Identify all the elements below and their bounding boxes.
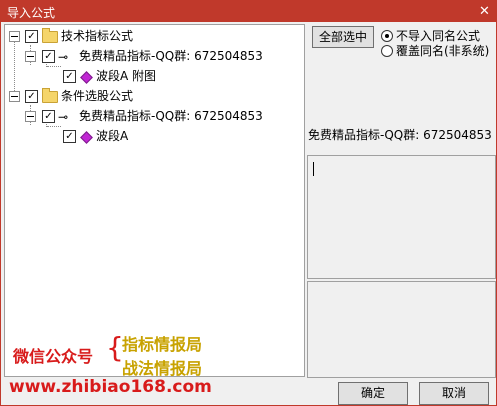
window-title: 导入公式: [7, 6, 56, 20]
close-icon[interactable]: ✕: [477, 4, 492, 19]
tree-node-band-a[interactable]: ✓ 波段A: [5, 128, 300, 144]
tree-node-label: 波段A: [96, 129, 129, 143]
diamond-icon: [80, 71, 93, 84]
watermark-line1: 指标情报局: [122, 335, 203, 354]
tree-node-label: 条件选股公式: [61, 89, 134, 103]
tree-node-tech-formula[interactable]: ✓ 技术指标公式: [5, 28, 300, 44]
diamond-icon: [80, 131, 93, 144]
selected-formula-name: 免费精品指标-QQ群: 672504853: [308, 128, 492, 142]
tree-node-band-a-chart[interactable]: ✓ 波段A 附图: [5, 68, 300, 84]
ok-button[interactable]: 确定: [338, 382, 408, 405]
node-checkbox[interactable]: ✓: [42, 110, 55, 123]
key-icon: ⊸: [58, 110, 69, 124]
text-caret: [313, 162, 314, 176]
radio-overwrite-same[interactable]: [381, 45, 393, 57]
tree-node-free-indicator[interactable]: ✓ ⊸ 免费精品指标-QQ群: 672504853: [5, 108, 300, 124]
collapse-icon[interactable]: [9, 91, 20, 102]
node-checkbox[interactable]: ✓: [25, 90, 38, 103]
tree-node-free-indicator[interactable]: ✓ ⊸ 免费精品指标-QQ群: 672504853: [5, 48, 300, 64]
tree-node-label: 波段A 附图: [96, 69, 157, 83]
collapse-icon[interactable]: [25, 111, 36, 122]
formula-description-box[interactable]: [307, 155, 496, 279]
formula-tree: ✓ 技术指标公式 ✓ ⊸ 免费精品指标-QQ群: 672504853 ✓ 波段A…: [4, 24, 305, 378]
formula-detail-box[interactable]: [307, 281, 496, 378]
tree-node-label: 免费精品指标-QQ群: 672504853: [79, 49, 263, 63]
radio-overwrite-same-label: 覆盖同名(非系统): [396, 44, 490, 58]
key-icon: ⊸: [58, 50, 69, 64]
watermark-wechat-label: 微信公众号: [13, 347, 94, 366]
tree-node-condition-formula[interactable]: ✓ 条件选股公式: [5, 88, 300, 104]
tree-line: [47, 126, 61, 127]
collapse-icon[interactable]: [9, 31, 20, 42]
node-checkbox[interactable]: ✓: [42, 50, 55, 63]
radio-no-import-same[interactable]: [381, 30, 393, 42]
folder-icon: [42, 28, 58, 43]
node-checkbox[interactable]: ✓: [63, 130, 76, 143]
select-all-button[interactable]: 全部选中: [312, 26, 374, 48]
watermark-url: www.zhibiao168.com: [9, 377, 212, 397]
import-formula-dialog: 导入公式 ✕ ✓ 技术指标公式 ✓ ⊸ 免费精品指标-QQ群: 67250485…: [0, 0, 497, 406]
collapse-icon[interactable]: [25, 51, 36, 62]
title-bar: 导入公式 ✕: [1, 1, 496, 22]
cancel-button[interactable]: 取消: [419, 382, 489, 405]
tree-node-label: 技术指标公式: [61, 29, 134, 43]
tree-line: [47, 66, 61, 67]
node-checkbox[interactable]: ✓: [25, 30, 38, 43]
tree-node-label: 免费精品指标-QQ群: 672504853: [79, 109, 263, 123]
node-checkbox[interactable]: ✓: [63, 70, 76, 83]
folder-icon: [42, 88, 58, 103]
watermark-line2: 战法情报局: [122, 359, 203, 378]
